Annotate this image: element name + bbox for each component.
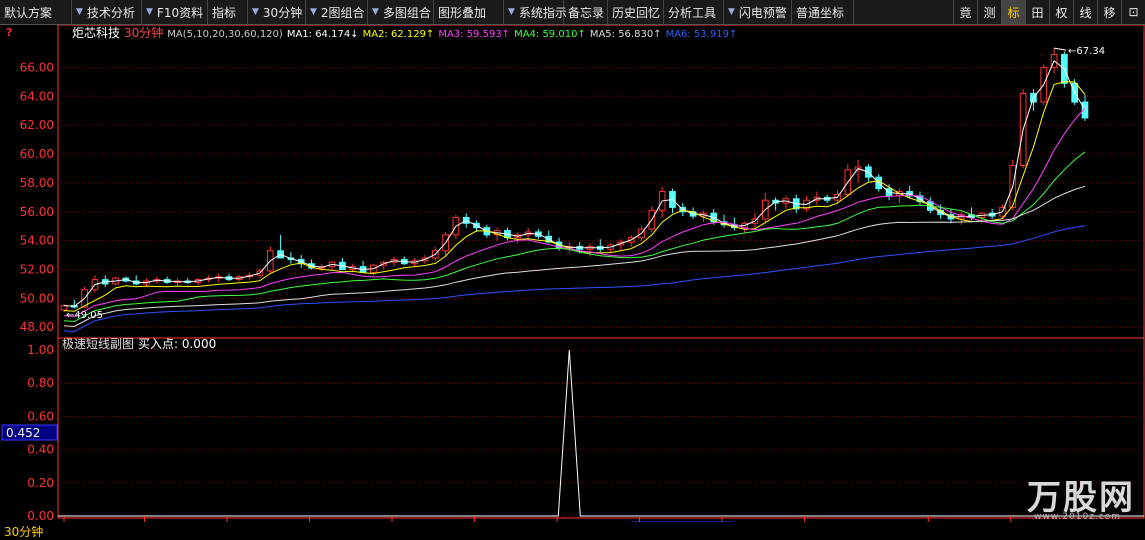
toolbar-item-label: 闪电预警	[738, 5, 787, 20]
ma-value-2: MA2: 62.129↑	[363, 29, 435, 40]
sub-tick-label: 0.00	[27, 509, 54, 522]
price-tick-label: 58.00	[20, 176, 54, 190]
sub-tick-label: 0.40	[27, 443, 54, 457]
high-marker-line	[1053, 47, 1067, 51]
toolbar-item-label: 30分钟	[262, 5, 303, 20]
toolbar-item-8[interactable]: ▼ 系统指示	[504, 0, 567, 24]
dropdown-arrow-icon: ▼	[372, 7, 379, 17]
chart-period: 30分钟	[124, 25, 163, 40]
price-tick-label: 66.00	[20, 60, 54, 74]
toolbar-toggle-1[interactable]: 测	[977, 0, 1001, 24]
dropdown-arrow-icon: ▼	[252, 7, 259, 17]
toolbar: 默认方案 ▼ 技术分析 ▼ F10资料 指标 ▼ 30分钟 ▼ 2图组合 ▼ 多图组合 图形叠加 ▼ 系统指…	[0, 0, 1145, 25]
high-price-label: ←67.34	[1068, 46, 1105, 57]
price-tick-label: 52.00	[20, 262, 54, 276]
price-tick-label: 50.00	[20, 291, 54, 305]
ma-description: MA(5,10,20,30,60,120)	[167, 29, 283, 40]
price-tick-label: 56.00	[20, 205, 54, 219]
toolbar-item-label: 系统指示	[518, 5, 567, 20]
price-tick-label: 64.00	[20, 89, 54, 103]
chart-frame	[57, 25, 1145, 519]
toolbar-item-label: 多图组合	[382, 5, 431, 20]
toolbar-item-9[interactable]: 备忘录	[564, 0, 608, 24]
toolbar-item-3[interactable]: 指标	[208, 0, 248, 24]
toolbar-item-label: 指标	[212, 5, 237, 20]
watermark-url: www.2010z.com	[1034, 512, 1121, 522]
toolbar-item-label: 默认方案	[4, 5, 53, 20]
toolbar-toggle-0[interactable]: 竟	[953, 0, 977, 24]
sub-tick-label: 0.80	[27, 376, 54, 390]
toolbar-item-label: 历史回忆	[612, 5, 661, 20]
toolbar-item-4[interactable]: ▼ 30分钟	[248, 0, 306, 24]
period-selector[interactable]: 30分钟	[4, 523, 43, 540]
ma-value-5: MA5: 56.830↑	[590, 29, 662, 40]
toolbar-item-7[interactable]: 图形叠加	[434, 0, 504, 24]
chart-area: 66.00 64.00 62.00 60.00 58.00 56.00 54.00 52.00…	[1, 25, 1145, 522]
toolbar-item-label: 2图组合	[320, 5, 365, 20]
buy-point-line	[58, 349, 1144, 517]
toolbar-item-0[interactable]: 默认方案	[0, 0, 72, 24]
toolbar-item-label: 图形叠加	[438, 5, 487, 20]
help-icon[interactable]: ?	[6, 26, 12, 39]
low-price-label: ←49.05	[66, 310, 103, 321]
toolbar-item-12[interactable]: ▼ 闪电预警	[724, 0, 792, 24]
toolbar-item-6[interactable]: ▼ 多图组合	[368, 0, 434, 24]
price-tick-label: 60.00	[20, 147, 54, 161]
ma-value-6: MA6: 53.919↑	[666, 29, 738, 40]
toolbar-toggle-3[interactable]: 田	[1025, 0, 1049, 24]
toolbar-item-2[interactable]: ▼ F10资料	[142, 0, 208, 24]
bottom-bar: 30分钟	[0, 522, 1145, 539]
toolbar-item-13[interactable]: 普通坐标	[792, 0, 854, 24]
dropdown-arrow-icon: ▼	[76, 7, 83, 17]
toolbar-toggle-6[interactable]: 移	[1097, 0, 1121, 24]
dropdown-arrow-icon: ▼	[728, 7, 735, 17]
toolbar-right-group: 竟测标田权线移 ⊡	[953, 0, 1145, 24]
ma-value-4: MA4: 59.010↑	[514, 29, 586, 40]
price-tick-label: 48.00	[20, 320, 54, 334]
price-tick-label: 54.00	[20, 234, 54, 248]
toolbar-item-label: 技术分析	[86, 5, 135, 20]
toolbar-item-label: F10资料	[156, 5, 204, 20]
toolbar-item-1[interactable]: ▼ 技术分析	[72, 0, 142, 24]
sub-indicator-value: 买入点: 0.000	[138, 337, 216, 351]
toolbar-item-label: 备忘录	[568, 5, 605, 20]
sub-chart-title: 极速短线副图	[62, 337, 134, 351]
price-tick-label: 62.00	[20, 118, 54, 132]
sub-tick-label: 0.60	[27, 409, 54, 423]
ma-value-1: MA1: 64.174↓	[287, 29, 359, 40]
toolbar-toggle-5[interactable]: 线	[1073, 0, 1097, 24]
toolbar-item-10[interactable]: 历史回忆	[608, 0, 664, 24]
ma-value-3: MA3: 59.593↑	[438, 29, 510, 40]
ma-line-3	[63, 108, 1086, 317]
cursor-value-label: 0.452	[6, 426, 40, 440]
toolbar-item-11[interactable]: 分析工具	[664, 0, 724, 24]
toolbar-item-label: 普通坐标	[796, 5, 845, 20]
toolbar-toggle-7[interactable]: ⊡	[1121, 0, 1145, 24]
dropdown-arrow-icon: ▼	[508, 7, 515, 17]
stock-name: 炬芯科技	[72, 26, 120, 40]
toolbar-toggle-4[interactable]: 权	[1049, 0, 1073, 24]
toolbar-item-5[interactable]: ▼ 2图组合	[306, 0, 368, 24]
toolbar-toggle-2[interactable]: 标	[1001, 0, 1025, 24]
sub-tick-label: 0.20	[27, 476, 54, 490]
dropdown-arrow-icon: ▼	[146, 7, 153, 17]
toolbar-item-label: 分析工具	[668, 5, 717, 20]
dropdown-arrow-icon: ▼	[310, 7, 317, 17]
ma-line-4	[63, 151, 1086, 323]
sub-tick-label: 1.00	[27, 343, 54, 357]
